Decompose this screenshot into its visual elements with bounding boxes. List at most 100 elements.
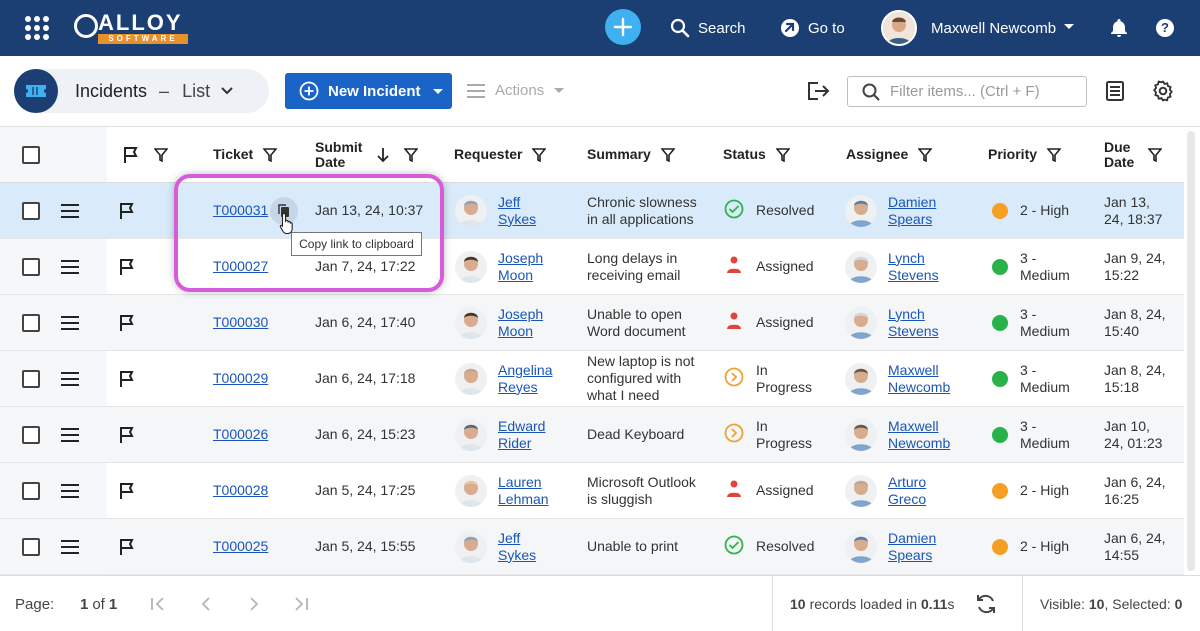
filter-icon[interactable] xyxy=(775,147,790,162)
table-row[interactable]: T000025 Jan 5, 24, 15:55 Jeff Sykes Unable t… xyxy=(0,519,1184,575)
help-icon[interactable]: ? xyxy=(1156,19,1174,37)
row-menu-icon[interactable] xyxy=(61,260,79,277)
requester-link[interactable]: Joseph Moon xyxy=(498,306,543,340)
row-checkbox[interactable] xyxy=(22,258,40,276)
copy-link-tooltip: Copy link to clipboard xyxy=(291,232,422,256)
ticket-link[interactable]: T000029 xyxy=(213,370,268,387)
table-row[interactable]: T000026 Jan 6, 24, 15:23 Edward Rider Dead K… xyxy=(0,407,1184,463)
next-page-button[interactable] xyxy=(248,576,260,631)
app-grid-icon[interactable] xyxy=(25,16,49,40)
row-checkbox[interactable] xyxy=(22,202,40,220)
assignee-link[interactable]: Lynch Stevens xyxy=(888,250,939,284)
assignee-link[interactable]: Lynch Stevens xyxy=(888,306,939,340)
flag-icon[interactable] xyxy=(118,258,136,279)
row-menu-icon[interactable] xyxy=(61,204,79,221)
alloy-logo[interactable]: ALLOY SOFTWARE xyxy=(74,12,190,44)
requester-link[interactable]: Edward Rider xyxy=(498,418,545,452)
filter-icon[interactable] xyxy=(532,147,547,162)
row-menu-icon[interactable] xyxy=(61,372,79,389)
row-checkbox[interactable] xyxy=(22,370,40,388)
search-icon xyxy=(670,18,690,38)
requester-column-header[interactable]: Requester xyxy=(454,127,547,182)
filter-icon[interactable] xyxy=(1148,147,1163,162)
flag-column-header[interactable] xyxy=(122,127,168,182)
filter-input[interactable] xyxy=(890,83,1080,100)
gear-icon[interactable] xyxy=(1152,80,1174,105)
status-label: Resolved xyxy=(756,538,815,554)
search-label: Search xyxy=(698,19,746,37)
select-all-checkbox[interactable] xyxy=(22,146,40,164)
row-checkbox[interactable] xyxy=(22,482,40,500)
table-scrollbar[interactable] xyxy=(1187,131,1195,571)
table-row[interactable]: T000029 Jan 6, 24, 17:18 Angelina Reyes New … xyxy=(0,351,1184,407)
previous-page-button[interactable] xyxy=(200,576,212,631)
row-checkbox[interactable] xyxy=(22,314,40,332)
refresh-button[interactable] xyxy=(975,576,997,631)
ticket-link[interactable]: T000026 xyxy=(213,426,268,443)
summary-column-header[interactable]: Summary xyxy=(587,127,675,182)
actions-menu[interactable]: Actions xyxy=(467,82,565,99)
assignee-link[interactable]: Damien Spears xyxy=(888,530,936,564)
filter-icon[interactable] xyxy=(1047,147,1062,162)
status-column-header[interactable]: Status xyxy=(723,127,790,182)
table-row[interactable]: T000028 Jan 5, 24, 17:25 Lauren Lehman Micro… xyxy=(0,463,1184,519)
ticket-link[interactable]: T000028 xyxy=(213,482,268,499)
priority-dot-icon xyxy=(992,370,1008,387)
filter-icon[interactable] xyxy=(918,147,933,162)
assignee-link[interactable]: Maxwell Newcomb xyxy=(888,362,950,396)
sort-descending-icon[interactable] xyxy=(376,147,390,163)
flag-icon[interactable] xyxy=(118,426,136,447)
filter-icon[interactable] xyxy=(154,147,168,162)
user-avatar[interactable] xyxy=(881,10,917,46)
new-incident-caret-icon[interactable] xyxy=(432,88,443,94)
new-incident-button[interactable]: New Incident xyxy=(285,73,452,109)
requester-link[interactable]: Joseph Moon xyxy=(498,250,543,284)
view-selector[interactable]: Incidents – List xyxy=(14,69,269,113)
last-page-button[interactable] xyxy=(293,576,309,631)
filter-field[interactable] xyxy=(847,76,1087,107)
notifications-bell-icon[interactable] xyxy=(1110,18,1128,41)
filter-icon[interactable] xyxy=(660,147,675,162)
assignee-link[interactable]: Arturo Greco xyxy=(888,474,926,508)
assignee-column-header[interactable]: Assignee xyxy=(846,127,933,182)
ticket-link[interactable]: T000025 xyxy=(213,538,268,555)
search-button[interactable]: Search xyxy=(670,0,746,56)
export-icon[interactable] xyxy=(806,80,830,105)
flag-icon[interactable] xyxy=(118,314,136,335)
quick-create-button[interactable] xyxy=(605,9,641,45)
flag-icon[interactable] xyxy=(118,538,136,559)
page-of: of xyxy=(92,595,105,613)
row-menu-icon[interactable] xyxy=(61,428,79,445)
assignee-link[interactable]: Damien Spears xyxy=(888,194,936,228)
goto-button[interactable]: Go to xyxy=(780,0,845,56)
requester-link[interactable]: Jeff Sykes xyxy=(498,194,536,228)
priority-column-header[interactable]: Priority xyxy=(988,127,1062,182)
flag-icon[interactable] xyxy=(118,202,136,223)
row-checkbox[interactable] xyxy=(22,538,40,556)
filter-icon[interactable] xyxy=(263,147,278,162)
selected-count: 0 xyxy=(1174,596,1183,612)
user-name[interactable]: Maxwell Newcomb xyxy=(931,0,1056,56)
row-menu-icon[interactable] xyxy=(61,484,79,501)
row-menu-icon[interactable] xyxy=(61,316,79,333)
list-view-icon[interactable] xyxy=(1105,80,1125,105)
user-menu-caret-icon[interactable] xyxy=(1064,24,1074,29)
table-row[interactable]: T000030 Jan 6, 24, 17:40 Joseph Moon Unable … xyxy=(0,295,1184,351)
row-checkbox[interactable] xyxy=(22,426,40,444)
filter-icon[interactable] xyxy=(404,147,419,162)
ticket-icon xyxy=(14,69,58,113)
flag-icon[interactable] xyxy=(118,482,136,503)
row-menu-icon[interactable] xyxy=(61,540,79,557)
requester-link[interactable]: Lauren Lehman xyxy=(498,474,549,508)
status-label: Assigned xyxy=(756,314,814,330)
ticket-link[interactable]: T000030 xyxy=(213,314,268,331)
page-toolbar: Incidents – List New Incident Actions xyxy=(0,56,1200,127)
first-page-button[interactable] xyxy=(150,576,166,631)
status-label: In Progress xyxy=(756,417,813,451)
due-date-column-header[interactable]: Due Date xyxy=(1104,127,1163,182)
priority-label: 2 - High xyxy=(1020,482,1070,498)
requester-link[interactable]: Jeff Sykes xyxy=(498,530,536,564)
flag-icon[interactable] xyxy=(118,370,136,391)
requester-link[interactable]: Angelina Reyes xyxy=(498,362,553,396)
assignee-link[interactable]: Maxwell Newcomb xyxy=(888,418,950,452)
